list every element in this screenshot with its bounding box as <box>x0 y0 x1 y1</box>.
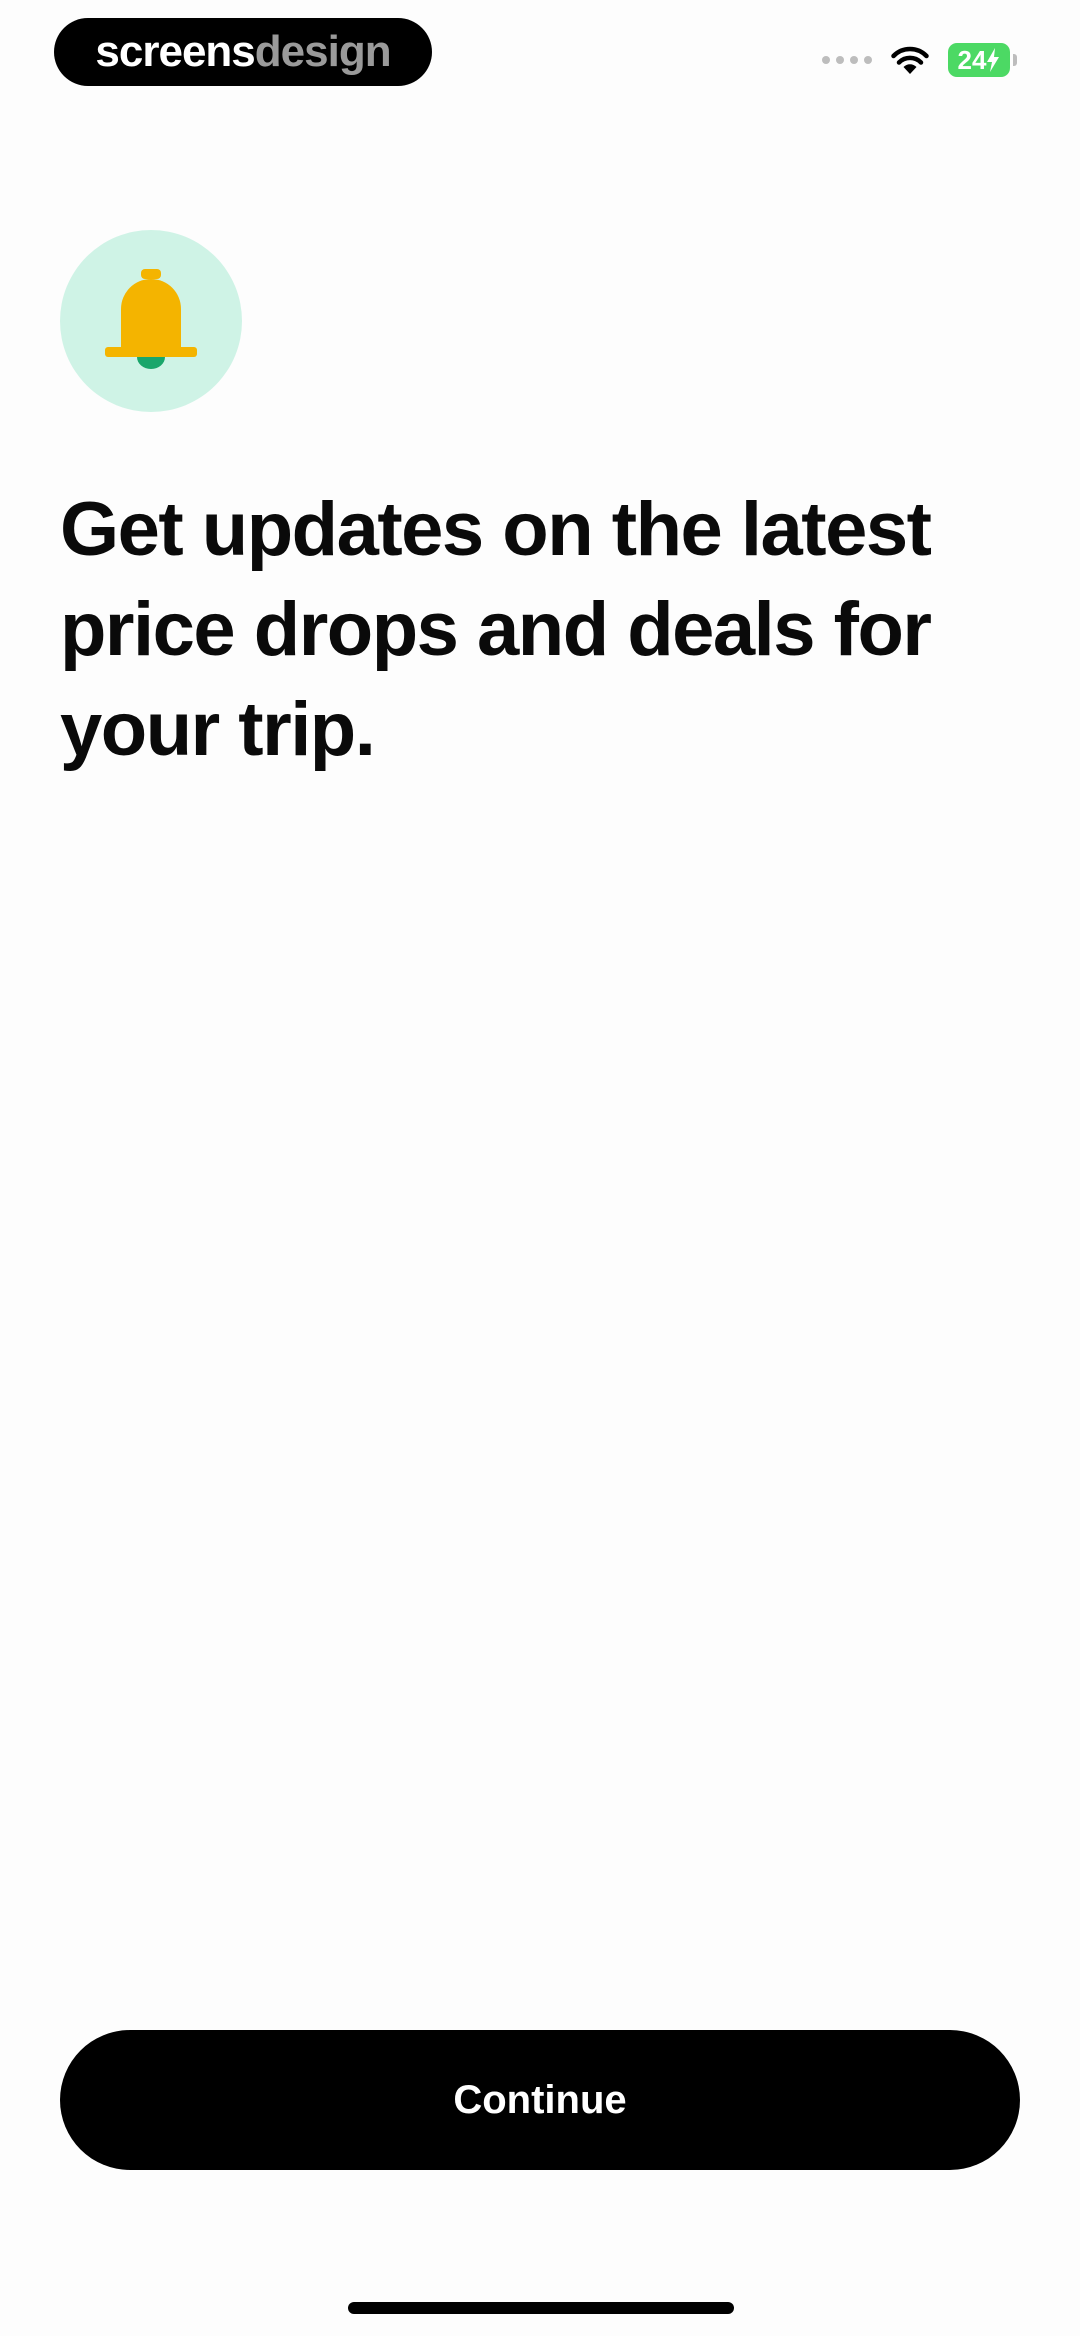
bolt-icon <box>987 48 1000 72</box>
battery-charging-icon: 24 <box>948 43 1017 77</box>
brand-text-secondary: design <box>254 27 392 76</box>
continue-button[interactable]: Continue <box>60 2030 1020 2170</box>
signal-dots-icon <box>822 56 872 64</box>
status-bar: screens design 24 <box>0 0 1080 110</box>
home-indicator[interactable] <box>348 2302 734 2314</box>
wifi-icon <box>891 46 929 74</box>
notification-icon-badge <box>60 230 242 412</box>
page-title: Get updates on the latest price drops an… <box>60 487 932 772</box>
brand-badge: screens design <box>54 18 432 86</box>
bell-icon <box>105 269 197 369</box>
status-indicators: 24 <box>822 40 1017 80</box>
battery-level: 24 <box>957 44 987 75</box>
brand-text-primary: screens <box>95 27 255 76</box>
